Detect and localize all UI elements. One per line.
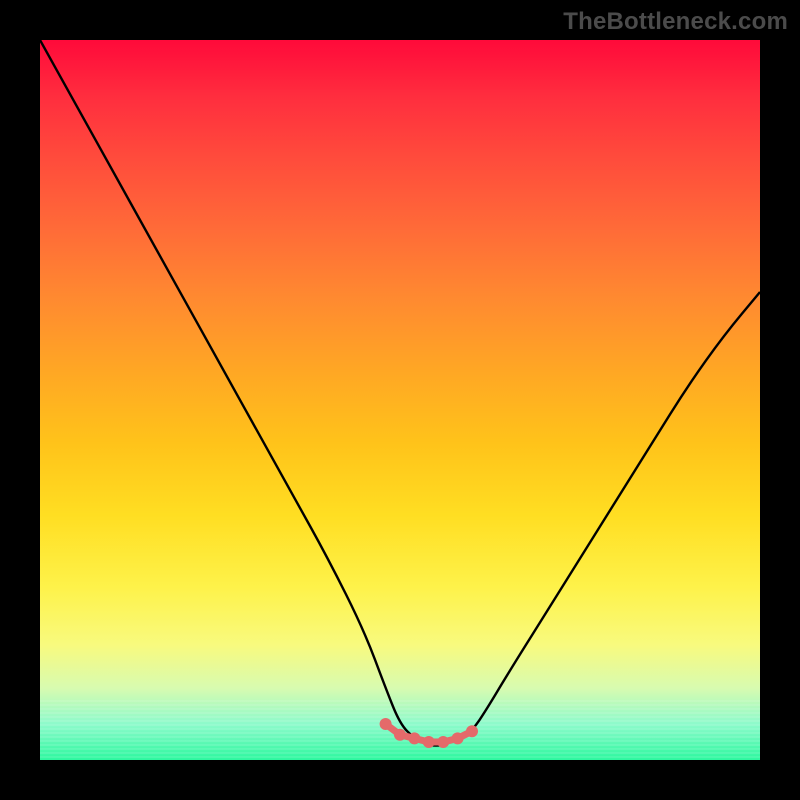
plot-area (40, 40, 760, 760)
attribution-label: TheBottleneck.com (563, 8, 788, 36)
chart-frame: TheBottleneck.com (0, 0, 800, 800)
bottleneck-curve-line (40, 40, 760, 746)
curve-svg (40, 40, 760, 760)
